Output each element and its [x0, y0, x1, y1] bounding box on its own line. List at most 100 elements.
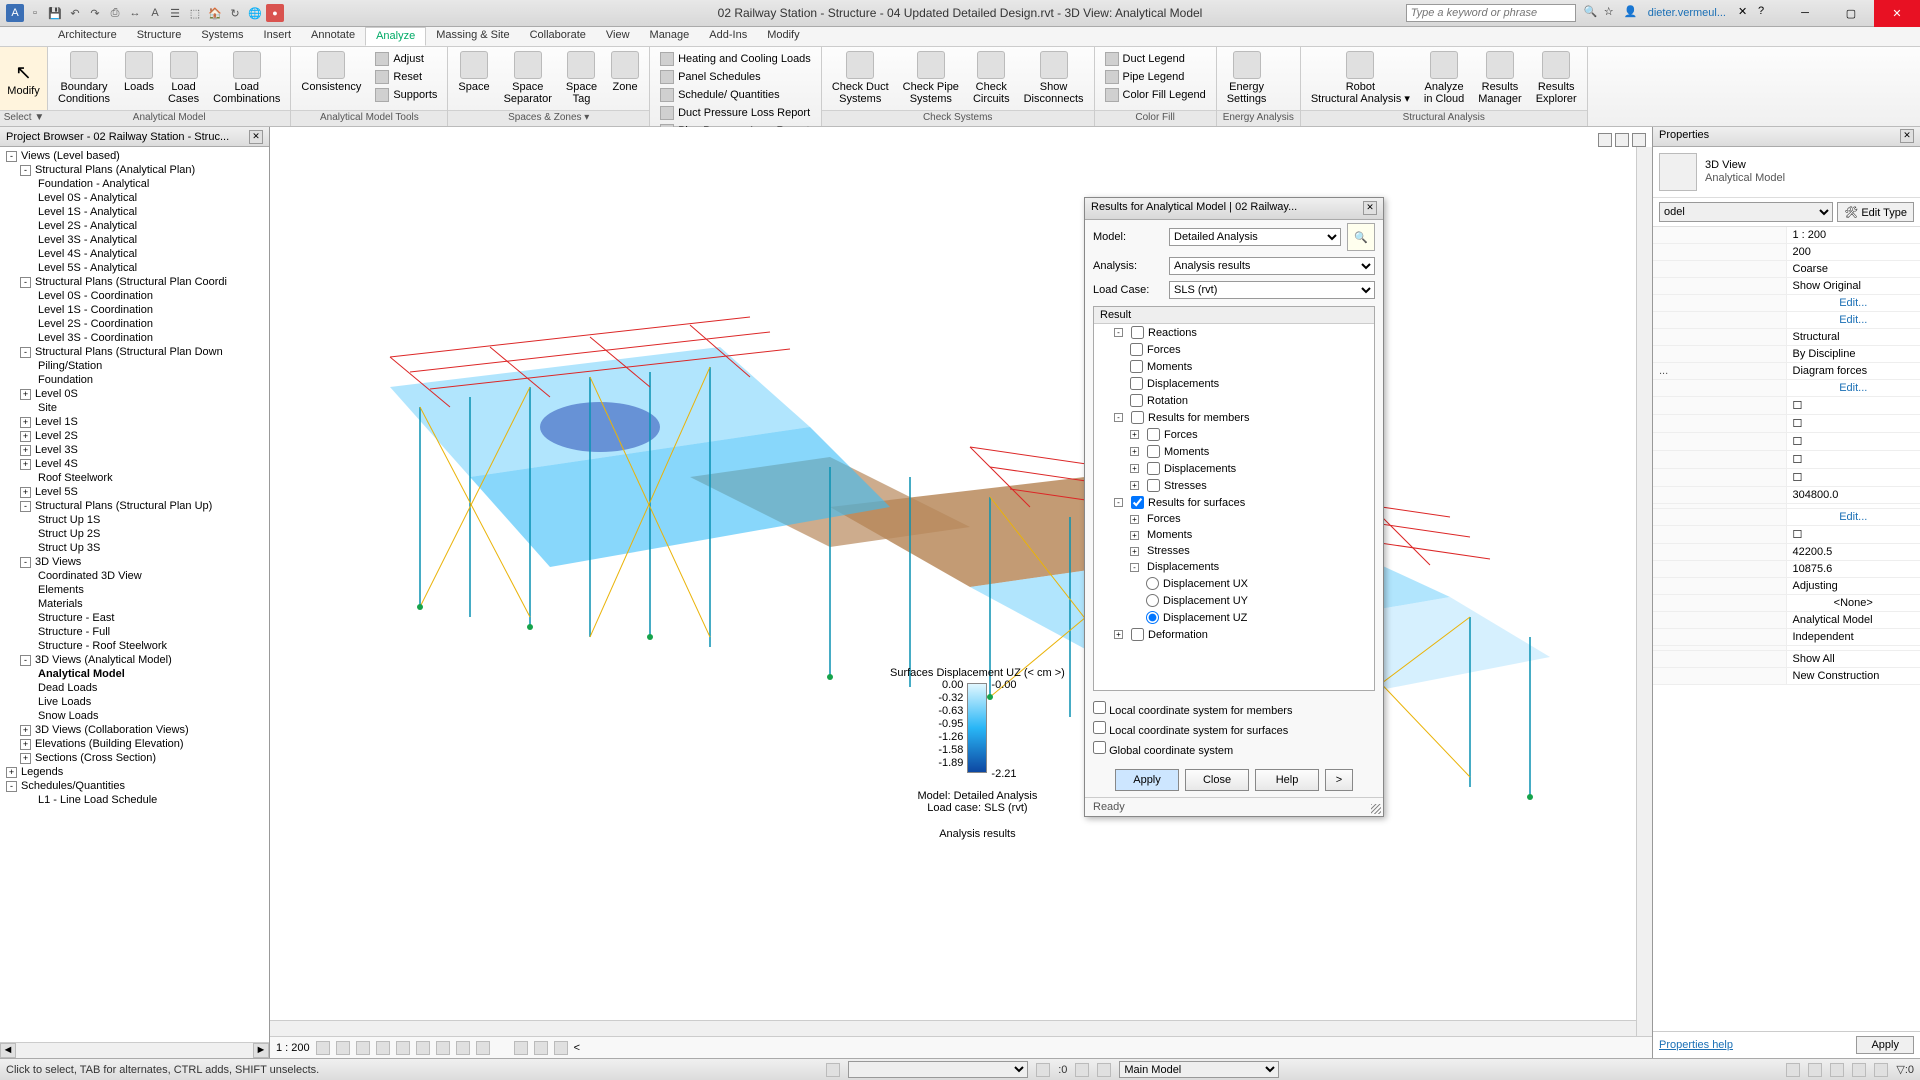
tree-node[interactable]: +Legends [2, 765, 267, 779]
results-model-select[interactable]: Detailed Analysis [1169, 228, 1341, 246]
tree-node[interactable]: +Level 3S [2, 443, 267, 457]
viewbar-unhide-icon[interactable] [436, 1041, 450, 1055]
tab-manage[interactable]: Manage [640, 27, 700, 46]
qat-cloud-icon[interactable]: ● [266, 4, 284, 22]
property-row[interactable]: Coarse [1653, 261, 1920, 278]
property-row[interactable]: ☐ [1653, 433, 1920, 451]
property-row[interactable]: 1 : 200 [1653, 227, 1920, 244]
property-row[interactable]: ...Diagram forces [1653, 363, 1920, 380]
ribbon-panel-schedules-button[interactable]: Panel Schedules [656, 69, 815, 85]
ribbon-supports-button[interactable]: Supports [371, 87, 441, 103]
tree-node[interactable]: Level 0S - Coordination [2, 289, 267, 303]
qat-icon[interactable]: ☰ [166, 4, 184, 22]
results-tree-item[interactable]: Displacement UY [1094, 592, 1374, 609]
tree-node[interactable]: Elements [2, 583, 267, 597]
qat-open-icon[interactable]: ▫ [26, 4, 44, 22]
maximize-button[interactable]: ▢ [1828, 0, 1874, 27]
viewbar-lock-icon[interactable] [456, 1041, 470, 1055]
results-explore-icon[interactable]: 🔍 [1347, 223, 1375, 251]
status-face-icon[interactable] [1852, 1063, 1866, 1077]
qat-redo-icon[interactable]: ↷ [86, 4, 104, 22]
property-row[interactable]: 304800.0 [1653, 487, 1920, 504]
viewbar-analytical-icon[interactable] [514, 1041, 528, 1055]
close-button[interactable]: ✕ [1874, 0, 1920, 27]
property-row[interactable]: Adjusting [1653, 578, 1920, 595]
results-tree-item[interactable]: Displacements [1094, 375, 1374, 392]
tree-node[interactable]: Dead Loads [2, 681, 267, 695]
tree-node[interactable]: +Sections (Cross Section) [2, 751, 267, 765]
star-icon[interactable]: ☆ [1604, 5, 1620, 21]
ribbon-consistency-button[interactable]: Consistency [295, 49, 367, 95]
project-browser-close-icon[interactable]: ✕ [249, 130, 263, 144]
status-design-icon[interactable] [1075, 1063, 1089, 1077]
ribbon-show-disconnects-button[interactable]: ShowDisconnects [1018, 49, 1090, 107]
project-browser-tree[interactable]: -Views (Level based)-Structural Plans (A… [0, 147, 269, 1042]
property-row[interactable]: 10875.6 [1653, 561, 1920, 578]
ribbon-color-fill-legend-button[interactable]: Color Fill Legend [1101, 87, 1210, 103]
property-row[interactable]: Edit... [1653, 312, 1920, 329]
viewbar-shadow-icon[interactable] [376, 1041, 390, 1055]
ribbon-energy-settings-button[interactable]: EnergySettings [1221, 49, 1273, 107]
ribbon-check-pipe-systems-button[interactable]: Check PipeSystems [897, 49, 965, 107]
app-menu-icon[interactable]: A [6, 4, 24, 22]
property-row[interactable]: By Discipline [1653, 346, 1920, 363]
results-tree-item[interactable]: Moments [1094, 358, 1374, 375]
results-tree-item[interactable]: -Results for members [1094, 409, 1374, 426]
results-tree[interactable]: Result -ReactionsForcesMomentsDisplaceme… [1093, 306, 1375, 691]
viewbar-detail-icon[interactable] [316, 1041, 330, 1055]
tree-node[interactable]: -3D Views (Analytical Model) [2, 653, 267, 667]
results-close-icon[interactable]: ✕ [1363, 201, 1377, 215]
viewbar-constraint-icon[interactable] [534, 1041, 548, 1055]
ribbon-check-circuits-button[interactable]: CheckCircuits [967, 49, 1016, 107]
tree-node[interactable]: Structure - Roof Steelwork [2, 639, 267, 653]
tree-node[interactable]: Snow Loads [2, 709, 267, 723]
viewbar-crop-icon[interactable] [416, 1041, 430, 1055]
property-row[interactable]: ☐ [1653, 415, 1920, 433]
tree-node[interactable]: +Level 5S [2, 485, 267, 499]
tree-node[interactable]: L1 - Line Load Schedule [2, 793, 267, 807]
property-row[interactable]: Show Original [1653, 278, 1920, 295]
tab-annotate[interactable]: Annotate [301, 27, 365, 46]
signin-icon[interactable]: 👤 [1624, 5, 1640, 21]
tree-node[interactable]: Level 3S - Analytical [2, 233, 267, 247]
results-tree-item[interactable]: +Deformation [1094, 626, 1374, 643]
ribbon-space-separator-button[interactable]: SpaceSeparator [498, 49, 558, 107]
qat-globe-icon[interactable]: 🌐 [246, 4, 264, 22]
property-row[interactable]: ☐ [1653, 451, 1920, 469]
results-tree-item[interactable]: +Forces [1094, 511, 1374, 527]
tree-node[interactable]: -3D Views [2, 555, 267, 569]
tree-node[interactable]: +Level 1S [2, 415, 267, 429]
properties-apply-button[interactable]: Apply [1856, 1036, 1914, 1054]
qat-view-icon[interactable]: ⬚ [186, 4, 204, 22]
ribbon-heating-and-cooling-loads-button[interactable]: Heating and Cooling Loads [656, 51, 815, 67]
minimize-button[interactable]: ─ [1782, 0, 1828, 27]
viewbar-style-icon[interactable] [336, 1041, 350, 1055]
tab-collaborate[interactable]: Collaborate [520, 27, 596, 46]
tree-node[interactable]: Struct Up 1S [2, 513, 267, 527]
ribbon-results-explorer-button[interactable]: ResultsExplorer [1530, 49, 1583, 107]
tree-node[interactable]: -Structural Plans (Structural Plan Down [2, 345, 267, 359]
chk-local-members[interactable]: Local coordinate system for members [1093, 699, 1375, 719]
ribbon-pipe-legend-button[interactable]: Pipe Legend [1101, 69, 1210, 85]
tree-node[interactable]: Level 2S - Analytical [2, 219, 267, 233]
help-icon[interactable]: ? [1758, 5, 1774, 21]
tree-node[interactable]: Coordinated 3D View [2, 569, 267, 583]
search-input[interactable] [1406, 4, 1576, 22]
user-menu[interactable]: dieter.vermeul... [1648, 7, 1726, 19]
tree-node[interactable]: Foundation [2, 373, 267, 387]
tree-node[interactable]: Level 5S - Analytical [2, 261, 267, 275]
tree-node[interactable]: -Schedules/Quantities [2, 779, 267, 793]
tree-node[interactable]: Materials [2, 597, 267, 611]
qat-3d-icon[interactable]: 🏠 [206, 4, 224, 22]
property-row[interactable]: Edit... [1653, 295, 1920, 312]
tab-add-ins[interactable]: Add-Ins [699, 27, 757, 46]
3d-viewport[interactable]: Surfaces Displacement UZ (< cm >) 0.00-0… [270, 127, 1652, 1058]
tree-node[interactable]: Level 0S - Analytical [2, 191, 267, 205]
viewport-hscroll[interactable] [270, 1020, 1636, 1036]
results-tree-item[interactable]: +Moments [1094, 527, 1374, 543]
edit-type-button[interactable]: 🛠 Edit Type [1837, 202, 1914, 222]
viewbar-render-icon[interactable] [396, 1041, 410, 1055]
property-row[interactable]: Independent [1653, 629, 1920, 646]
tab-architecture[interactable]: Architecture [48, 27, 127, 46]
tree-node[interactable]: Level 1S - Coordination [2, 303, 267, 317]
